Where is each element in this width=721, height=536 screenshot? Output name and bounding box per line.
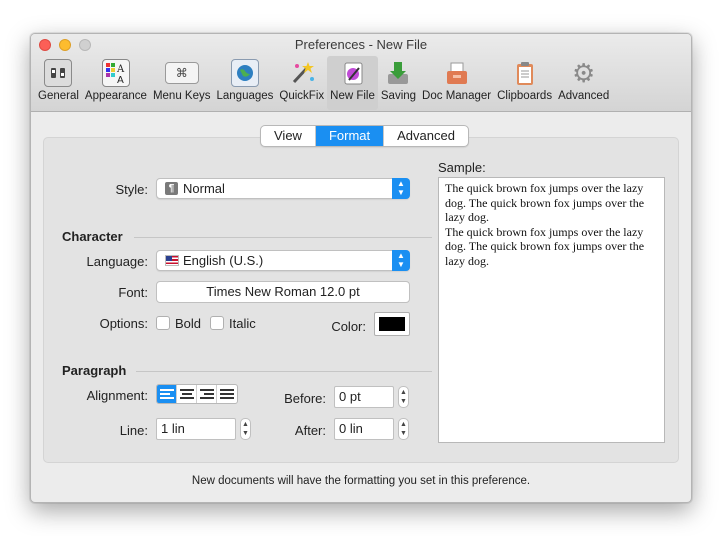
toolbar-item-advanced[interactable]: ⚙ Advanced xyxy=(555,56,612,110)
alignment-label: Alignment: xyxy=(86,388,148,403)
gear-icon: ⚙ xyxy=(572,57,596,88)
alignment-segmented-control xyxy=(156,384,238,404)
italic-checkbox[interactable] xyxy=(210,316,224,330)
before-stepper[interactable]: ▲ ▼ xyxy=(398,386,409,408)
character-divider xyxy=(134,237,432,238)
line-stepper[interactable]: ▲ ▼ xyxy=(240,418,251,440)
toolbar-item-languages[interactable]: Languages xyxy=(213,56,276,110)
language-label: Language: xyxy=(86,254,148,269)
new-file-icon xyxy=(339,59,367,87)
toolbar-item-doc-manager[interactable]: Doc Manager xyxy=(419,56,494,110)
palette-icon: AA xyxy=(101,59,130,87)
sample-label: Sample: xyxy=(438,160,486,175)
before-input[interactable]: 0 pt xyxy=(334,386,394,408)
tab-advanced[interactable]: Advanced xyxy=(384,126,468,146)
line-label: Line: xyxy=(119,423,148,438)
options-label: Options: xyxy=(99,316,148,331)
toolbar-label-doc-manager: Doc Manager xyxy=(422,90,492,102)
toolbar-item-saving[interactable]: Saving xyxy=(378,56,419,110)
sample-paragraph-1: The quick brown fox jumps over the lazy … xyxy=(445,181,645,224)
color-label: Color: xyxy=(331,319,366,334)
toolbar-item-general[interactable]: General xyxy=(35,56,82,110)
align-left-button[interactable] xyxy=(157,385,177,403)
magic-wand-icon xyxy=(288,59,316,87)
toolbar-item-menu-keys[interactable]: ⌘ Menu Keys xyxy=(150,56,214,110)
font-button[interactable]: Times New Roman 12.0 pt xyxy=(156,281,410,303)
toolbar-item-appearance[interactable]: AA Appearance xyxy=(82,56,150,110)
style-label: Style: xyxy=(115,182,148,197)
color-well[interactable] xyxy=(374,312,410,336)
tray-icon xyxy=(443,59,471,87)
svg-text:A: A xyxy=(116,64,125,75)
title-bar: Preferences - New File General AA Appear… xyxy=(31,34,691,112)
svg-text:A: A xyxy=(117,75,124,85)
tab-format[interactable]: Format xyxy=(315,126,385,146)
toolbar-label-advanced: Advanced xyxy=(558,90,610,102)
language-popup[interactable]: English (U.S.) ▲ ▼ xyxy=(156,250,410,271)
download-icon xyxy=(384,59,412,87)
style-value: Normal xyxy=(183,181,225,196)
command-key-icon: ⌘ xyxy=(164,62,199,84)
chevron-updown-icon: ▲ ▼ xyxy=(392,250,410,271)
toolbar-item-clipboards[interactable]: Clipboards xyxy=(494,56,555,110)
chevron-updown-icon: ▲ ▼ xyxy=(392,178,410,199)
after-label: After: xyxy=(294,423,326,438)
toolbar: General AA Appearance ⌘ Menu Keys Langua… xyxy=(35,56,612,110)
toolbar-label-new-file: New File xyxy=(330,90,375,102)
toolbar-label-general: General xyxy=(38,90,79,102)
align-justify-button[interactable] xyxy=(217,385,237,403)
align-right-button[interactable] xyxy=(197,385,217,403)
pilcrow-icon: ¶ xyxy=(165,182,178,195)
character-section-title: Character xyxy=(62,229,123,244)
globe-flag-icon xyxy=(230,59,259,87)
sample-paragraph-2: The quick brown fox jumps over the lazy … xyxy=(445,224,645,268)
italic-label[interactable]: Italic xyxy=(229,316,256,331)
tab-view[interactable]: View xyxy=(261,126,316,146)
bold-label[interactable]: Bold xyxy=(175,316,201,331)
before-label: Before: xyxy=(284,391,326,406)
switches-icon xyxy=(44,59,73,87)
format-panel: Style: ¶ Normal ▲ ▼ Character Language: E… xyxy=(43,137,679,463)
paragraph-divider xyxy=(136,371,432,372)
after-stepper[interactable]: ▲ ▼ xyxy=(398,418,409,440)
clipboard-icon xyxy=(511,59,539,87)
us-flag-icon xyxy=(165,255,179,266)
window-title: Preferences - New File xyxy=(294,37,428,52)
line-input[interactable]: 1 lin xyxy=(156,418,236,440)
preferences-window: Preferences - New File General AA Appear… xyxy=(30,33,692,503)
align-center-button[interactable] xyxy=(177,385,197,403)
toolbar-item-new-file[interactable]: New File xyxy=(327,56,378,110)
style-popup[interactable]: ¶ Normal ▲ ▼ xyxy=(156,178,410,199)
toolbar-label-quickfix: QuickFix xyxy=(279,90,325,102)
tab-bar: View Format Advanced xyxy=(260,125,469,147)
sample-preview: The quick brown fox jumps over the lazy … xyxy=(438,177,665,443)
bold-checkbox[interactable] xyxy=(156,316,170,330)
toolbar-label-appearance: Appearance xyxy=(84,90,147,102)
toolbar-label-languages: Languages xyxy=(216,90,274,102)
paragraph-section-title: Paragraph xyxy=(62,363,127,378)
font-label: Font: xyxy=(118,285,148,300)
toolbar-label-clipboards: Clipboards xyxy=(497,90,553,102)
language-value: English (U.S.) xyxy=(183,253,264,268)
after-input[interactable]: 0 lin xyxy=(334,418,394,440)
content-area: View Format Advanced Style: ¶ Normal ▲ ▼ … xyxy=(31,113,691,502)
color-swatch xyxy=(379,317,405,331)
toolbar-label-menu-keys: Menu Keys xyxy=(152,90,211,102)
footer-note: New documents will have the formatting y… xyxy=(191,475,531,487)
toolbar-item-quickfix[interactable]: QuickFix xyxy=(276,56,327,110)
toolbar-label-saving: Saving xyxy=(380,90,417,102)
